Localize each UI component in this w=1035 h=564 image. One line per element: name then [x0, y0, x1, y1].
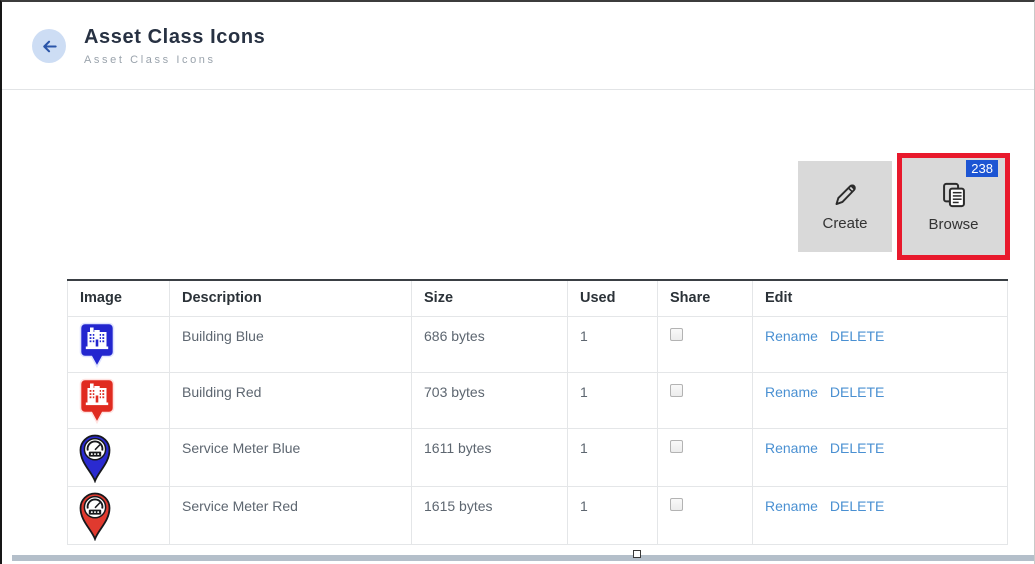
rename-link[interactable]: Rename	[765, 440, 818, 456]
size-text: 1615 bytes	[424, 498, 493, 514]
table-row: Service Meter Red 1615 bytes 1 Rename DEL…	[68, 486, 1008, 544]
description-text: Service Meter Red	[182, 498, 298, 514]
delete-link[interactable]: DELETE	[830, 328, 884, 344]
used-count: 1	[580, 440, 588, 456]
delete-link[interactable]: DELETE	[830, 498, 884, 514]
used-count: 1	[580, 384, 588, 400]
share-checkbox[interactable]	[670, 440, 683, 453]
column-header-size: Size	[412, 280, 568, 316]
table-row: Building Red 703 bytes 1 Rename DELETE	[68, 372, 1008, 428]
size-text: 1611 bytes	[424, 440, 491, 456]
step-badge: 238	[966, 160, 998, 177]
used-count: 1	[580, 328, 588, 344]
create-button[interactable]: Create	[798, 161, 892, 252]
column-header-share: Share	[658, 280, 753, 316]
share-checkbox[interactable]	[670, 498, 683, 511]
service-meter-pin-red-icon	[77, 491, 113, 541]
icons-table-body: Building Blue 686 bytes 1 Rename DELETE B…	[68, 316, 1008, 544]
share-checkbox[interactable]	[670, 384, 683, 397]
service-meter-pin-blue-icon	[77, 433, 113, 483]
column-header-used: Used	[568, 280, 658, 316]
pencil-icon	[832, 181, 859, 208]
table-row: Building Blue 686 bytes 1 Rename DELETE	[68, 316, 1008, 372]
browse-button-label: Browse	[928, 216, 978, 233]
title-block: Asset Class Icons Asset Class Icons	[84, 26, 265, 66]
window: Asset Class Icons Asset Class Icons Crea…	[0, 0, 1035, 564]
description-text: Service Meter Blue	[182, 440, 300, 456]
table-row: Service Meter Blue 1611 bytes 1 Rename DE…	[68, 428, 1008, 486]
building-marker-red-icon	[77, 377, 117, 425]
column-header-edit: Edit	[753, 280, 1008, 316]
table-header-row: Image Description Size Used Share Edit	[68, 280, 1008, 316]
size-text: 686 bytes	[424, 328, 485, 344]
rename-link[interactable]: Rename	[765, 328, 818, 344]
delete-link[interactable]: DELETE	[830, 384, 884, 400]
copy-documents-icon	[940, 181, 968, 209]
building-marker-blue-icon	[77, 321, 117, 369]
asset-icons-table: Image Description Size Used Share Edit	[67, 279, 1008, 545]
arrow-left-icon	[39, 36, 60, 57]
description-text: Building Red	[182, 384, 261, 400]
rename-link[interactable]: Rename	[765, 498, 818, 514]
column-header-image: Image	[68, 280, 170, 316]
used-count: 1	[580, 498, 588, 514]
browse-annotation-box: 238 Browse	[897, 153, 1010, 260]
share-checkbox[interactable]	[670, 328, 683, 341]
page-subtitle: Asset Class Icons	[84, 54, 265, 66]
create-button-label: Create	[822, 215, 867, 232]
horizontal-scrollbar[interactable]	[12, 555, 1034, 561]
back-button[interactable]	[32, 29, 66, 63]
column-header-description: Description	[170, 280, 412, 316]
page-title: Asset Class Icons	[84, 26, 265, 49]
create-button-container: Create	[798, 161, 892, 252]
delete-link[interactable]: DELETE	[830, 440, 884, 456]
rename-link[interactable]: Rename	[765, 384, 818, 400]
description-text: Building Blue	[182, 328, 264, 344]
page-header: Asset Class Icons Asset Class Icons	[2, 2, 1034, 90]
resize-handle-glyph	[633, 550, 641, 558]
size-text: 703 bytes	[424, 384, 485, 400]
